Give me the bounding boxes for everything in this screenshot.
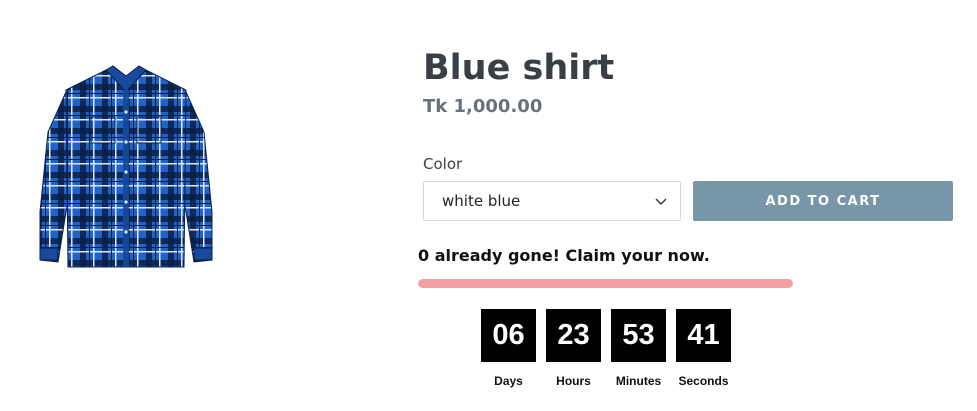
countdown-minutes-label: Minutes — [615, 374, 662, 388]
countdown-hours-value: 23 — [546, 309, 601, 362]
countdown-timer: 06 Days 23 Hours 53 Minutes 41 Seconds — [481, 309, 731, 388]
countdown-days-label: Days — [494, 374, 523, 388]
urgency-message: 0 already gone! Claim your now. — [418, 246, 710, 265]
plaid-shirt-image — [39, 65, 213, 268]
color-select-value: white blue — [442, 192, 521, 210]
countdown-hours: 23 Hours — [546, 309, 601, 388]
product-image — [36, 62, 216, 274]
add-to-cart-button[interactable]: ADD TO CART — [693, 181, 953, 221]
countdown-days-value: 06 — [481, 309, 536, 362]
countdown-seconds: 41 Seconds — [676, 309, 731, 388]
chevron-down-icon — [654, 194, 668, 208]
countdown-hours-label: Hours — [556, 374, 591, 388]
countdown-seconds-label: Seconds — [678, 374, 729, 388]
stock-progress-fill — [418, 279, 793, 288]
product-title: Blue shirt — [423, 48, 615, 88]
color-select[interactable]: white blue — [423, 181, 681, 221]
product-price: Tk 1,000.00 — [423, 96, 543, 117]
countdown-minutes-value: 53 — [611, 309, 666, 362]
countdown-minutes: 53 Minutes — [611, 309, 666, 388]
stock-progress-bar — [418, 279, 793, 288]
countdown-seconds-value: 41 — [676, 309, 731, 362]
countdown-days: 06 Days — [481, 309, 536, 388]
color-label: Color — [423, 155, 463, 173]
